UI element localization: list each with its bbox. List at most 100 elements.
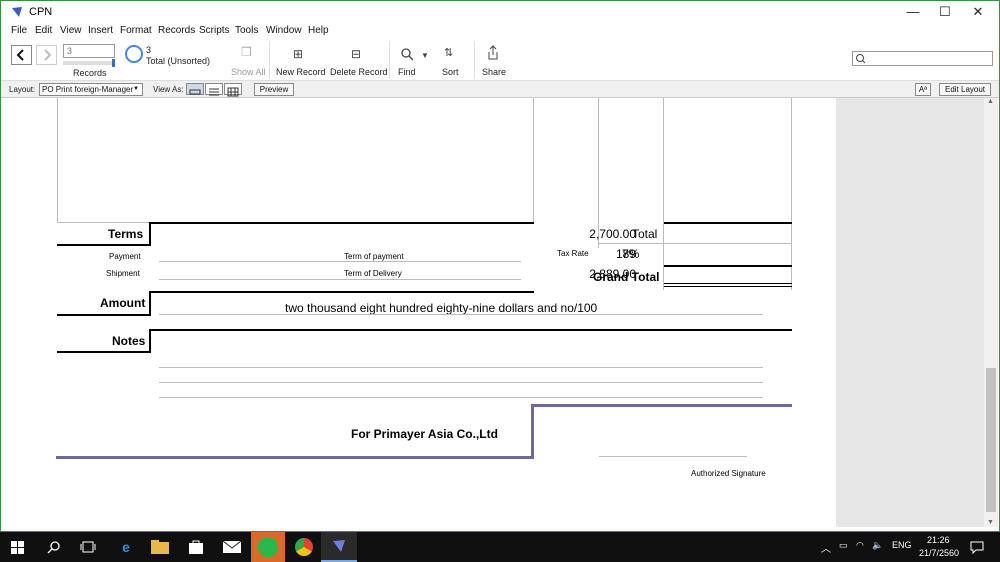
menu-scripts[interactable]: Scripts	[199, 25, 230, 36]
notes-side-border	[149, 329, 151, 353]
slider-thumb[interactable]	[112, 59, 115, 67]
task-view-icon[interactable]	[80, 541, 96, 553]
view-table-button[interactable]	[224, 83, 242, 97]
view-list-button[interactable]	[205, 83, 223, 96]
clock-time[interactable]: 21:26	[927, 535, 950, 545]
shipment-underline	[159, 279, 521, 280]
amount-side-border	[149, 291, 151, 316]
minimize-button[interactable]: —	[898, 3, 928, 21]
found-set-pie-icon	[125, 45, 143, 63]
quick-find-input[interactable]	[852, 51, 993, 66]
terms-side-border	[149, 222, 151, 246]
payment-label: Payment	[109, 252, 141, 261]
amount-label: Amount	[100, 296, 146, 310]
edit-layout-button[interactable]: Edit Layout	[939, 83, 991, 96]
layout-bar: Layout: PO Print foreign-Manager ▼ View …	[1, 81, 999, 98]
terms-top-border	[149, 222, 534, 224]
scroll-down-icon[interactable]: ▼	[987, 519, 994, 526]
store-icon[interactable]	[183, 535, 209, 559]
scroll-up-icon[interactable]: ▲	[987, 98, 994, 105]
table-border	[791, 98, 792, 290]
toolbar-separator	[474, 41, 475, 79]
shipment-label: Shipment	[106, 269, 140, 278]
form-view-icon	[189, 89, 201, 95]
record-number-field[interactable]: 3	[63, 44, 115, 58]
search-icon[interactable]	[47, 540, 61, 554]
line-app-tile[interactable]	[251, 532, 285, 562]
amount-top-border	[149, 291, 534, 293]
filemaker-taskbar-item[interactable]	[321, 532, 357, 562]
total-count: 3	[146, 45, 152, 55]
table-border	[598, 98, 599, 248]
view-form-button[interactable]	[186, 83, 204, 95]
show-all-icon: ❐	[241, 45, 252, 59]
menu-records[interactable]: Records	[158, 25, 195, 36]
menu-view[interactable]: View	[60, 25, 82, 36]
signature-accent-line	[56, 456, 534, 459]
signature-accent-line	[531, 404, 534, 459]
table-border	[663, 98, 664, 290]
chevron-down-icon: ▼	[133, 86, 139, 92]
new-record-icon: ⊞	[293, 47, 304, 61]
grand-total-top-border	[664, 265, 792, 267]
edge-browser-icon[interactable]: e	[113, 535, 139, 559]
layout-dropdown[interactable]: PO Print foreign-Manager ▼	[39, 83, 143, 96]
menu-format[interactable]: Format	[120, 25, 152, 36]
menu-file[interactable]: File	[11, 25, 27, 36]
terms-bottom-border	[57, 244, 151, 246]
menu-edit[interactable]: Edit	[35, 25, 52, 36]
records-label: Records	[73, 68, 107, 78]
menu-help[interactable]: Help	[308, 25, 329, 36]
notification-icon[interactable]	[970, 541, 984, 554]
layout-content-area: Terms Payment Term of payment Shipment T…	[6, 98, 984, 527]
amount-bottom-border	[57, 314, 151, 316]
purchase-order-document: Terms Payment Term of payment Shipment T…	[6, 98, 836, 527]
network-icon[interactable]: ◠	[856, 540, 864, 551]
window-title: CPN	[29, 6, 53, 18]
chevron-down-icon[interactable]: ▼	[421, 51, 429, 60]
total-top-border	[664, 222, 792, 224]
tax-amount-value: 189	[615, 247, 636, 261]
table-view-icon	[227, 87, 239, 97]
for-company-text: For Primayer Asia Co.,Ltd	[351, 427, 498, 441]
delete-record-button[interactable]: Delete Record	[330, 67, 388, 77]
notes-top-border	[149, 329, 792, 331]
text-formatting-button[interactable]: Aª	[915, 83, 931, 96]
menu-tools[interactable]: Tools	[235, 25, 258, 36]
grand-total-double-underline	[664, 283, 792, 284]
find-button[interactable]: Find	[398, 67, 416, 77]
show-all-button[interactable]: Show All	[231, 67, 266, 77]
close-button[interactable]: ✕	[963, 3, 993, 21]
layout-dropdown-value: PO Print foreign-Manager	[42, 85, 134, 94]
amount-underline	[159, 314, 763, 315]
amount-in-words: two thousand eight hundred eighty-nine d…	[285, 301, 598, 315]
notes-line	[159, 382, 763, 383]
authorized-signature-label: Authorized Signature	[691, 469, 766, 478]
table-border	[533, 98, 534, 223]
battery-icon[interactable]: ▭	[839, 540, 848, 551]
volume-icon[interactable]: 🔈	[872, 540, 883, 551]
record-slider[interactable]	[63, 59, 115, 67]
windows-taskbar: e ︿ ▭ ◠ 🔈 ENG 21:26 21/7/2560	[0, 532, 1000, 562]
sort-button[interactable]: Sort	[442, 67, 459, 77]
mail-icon[interactable]	[219, 535, 245, 559]
maximize-button[interactable]: ☐	[930, 3, 960, 21]
clock-date[interactable]: 21/7/2560	[919, 548, 959, 558]
preview-button[interactable]: Preview	[254, 83, 294, 96]
share-button[interactable]: Share	[482, 67, 506, 77]
new-record-button[interactable]: New Record	[276, 67, 326, 77]
previous-record-button[interactable]	[11, 45, 32, 65]
next-record-button[interactable]	[36, 45, 57, 65]
menu-window[interactable]: Window	[266, 25, 302, 36]
chrome-icon[interactable]	[295, 538, 313, 556]
signature-line	[599, 456, 747, 457]
delete-record-icon: ⊟	[351, 47, 362, 61]
language-indicator[interactable]: ENG	[892, 540, 912, 550]
menu-insert[interactable]: Insert	[88, 25, 113, 36]
search-icon	[401, 48, 414, 61]
file-explorer-icon[interactable]	[147, 535, 173, 559]
windows-start-icon[interactable]	[11, 541, 24, 554]
chevron-up-icon[interactable]: ︿	[821, 540, 831, 555]
total-value: 2,700.00	[589, 227, 636, 241]
scrollbar-thumb[interactable]	[986, 368, 996, 512]
